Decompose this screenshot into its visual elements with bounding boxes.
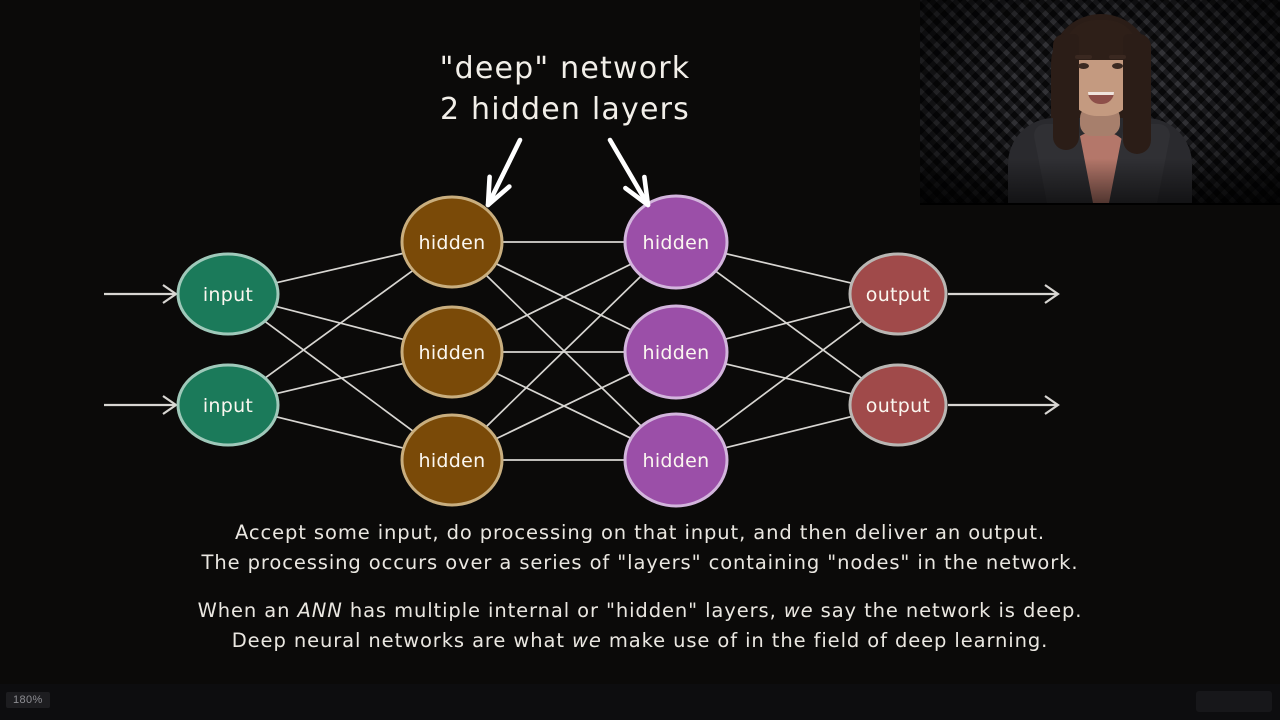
network-edge — [714, 320, 863, 432]
presenter-webcam-overlay — [920, 0, 1280, 205]
network-edge — [275, 362, 404, 395]
network-edge — [264, 269, 414, 379]
network-edge — [725, 362, 853, 395]
node-label: hidden — [419, 450, 486, 472]
node-label: output — [866, 284, 930, 306]
node-label: hidden — [643, 232, 710, 254]
player-control-bar[interactable]: 180% — [0, 684, 1280, 720]
webcam-bottom-shade — [920, 0, 1280, 203]
output-layer-node-2: output — [848, 363, 948, 447]
hidden-layer-1-node-1: hidden — [400, 195, 504, 289]
hidden-layer-2-node-2: hidden — [623, 304, 729, 400]
node-label: input — [203, 395, 253, 417]
node-label: hidden — [643, 342, 710, 364]
input-layer-node-1: input — [176, 252, 280, 336]
player-hint-badge[interactable] — [1196, 691, 1272, 712]
network-edge — [264, 320, 414, 433]
node-label: input — [203, 284, 253, 306]
node-label: hidden — [643, 450, 710, 472]
network-callout-arrows — [485, 137, 651, 208]
node-label: hidden — [419, 342, 486, 364]
network-edge — [725, 252, 852, 285]
network-edge — [275, 415, 404, 449]
hidden-layer-2-node-3: hidden — [623, 412, 729, 508]
hidden-layer-1-node-3: hidden — [400, 413, 504, 507]
node-label: output — [866, 395, 930, 417]
network-edge — [275, 252, 404, 284]
network-edges — [264, 241, 863, 461]
slide-caption-secondary: When an ANN has multiple internal or "hi… — [197, 599, 1083, 652]
callout-arrow-hidden-2-shaft — [607, 137, 651, 208]
network-edge — [724, 415, 853, 449]
slide-caption-primary: Accept some input, do processing on that… — [201, 521, 1079, 574]
input-layer-node-2: input — [176, 363, 280, 447]
output-layer-node-1: output — [848, 252, 948, 336]
node-label: hidden — [419, 232, 486, 254]
hidden-layer-2-node-1: hidden — [623, 194, 729, 290]
callout-arrow-hidden-1-shaft — [485, 137, 523, 208]
video-player-stage: "deep" network 2 hidden layers input inpu… — [0, 0, 1280, 720]
hidden-layer-1-node-2: hidden — [400, 305, 504, 399]
zoom-level-badge[interactable]: 180% — [6, 692, 50, 708]
network-edge — [724, 305, 853, 341]
network-edge — [715, 270, 863, 380]
